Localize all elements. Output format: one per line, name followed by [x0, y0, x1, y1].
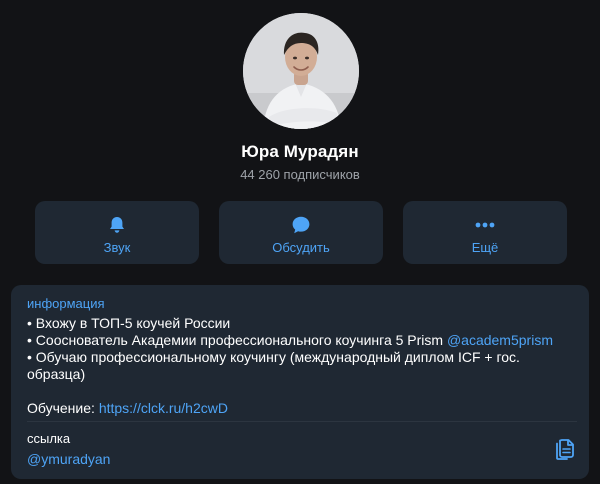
- training-label: Обучение:: [27, 400, 99, 416]
- info-bullet-training: • Обучаю профессиональному коучингу (меж…: [27, 349, 520, 382]
- sound-button[interactable]: Звук: [35, 201, 199, 264]
- info-description: • Вхожу в ТОП-5 коучей России • Сооснова…: [27, 315, 573, 417]
- more-button[interactable]: Ещё: [403, 201, 567, 264]
- avatar[interactable]: [243, 13, 359, 129]
- more-label: Ещё: [471, 240, 499, 255]
- chat-bubble-icon: [219, 215, 383, 235]
- discuss-label: Обсудить: [272, 240, 330, 255]
- training-url-link[interactable]: https://clck.ru/h2cwD: [99, 400, 228, 416]
- copy-icon[interactable]: [553, 436, 575, 460]
- academy-mention-link[interactable]: @academ5prism: [447, 332, 553, 348]
- channel-name: Юра Мурадян: [241, 142, 359, 161]
- sound-label: Звук: [103, 240, 131, 255]
- more-dots-icon: [403, 215, 567, 235]
- avatar-photo: [243, 13, 359, 129]
- bell-icon: [35, 215, 199, 235]
- info-bullet-top-coach: • Вхожу в ТОП-5 коучей России: [27, 315, 231, 331]
- link-label: ссылка: [27, 431, 71, 446]
- subscriber-count: 44 260 подписчиков: [240, 167, 360, 182]
- info-training-line: Обучение: https://clck.ru/h2cwD: [27, 400, 573, 417]
- username-link[interactable]: @ymuradyan: [27, 451, 110, 467]
- info-bullet-cofounder-text: • Сооснователь Академии профессиональног…: [27, 332, 447, 348]
- info-card: информация • Вхожу в ТОП-5 коучей России…: [11, 285, 589, 479]
- info-header: информация: [27, 296, 105, 311]
- divider: [27, 421, 577, 422]
- info-bullet-cofounder: • Сооснователь Академии профессиональног…: [27, 332, 573, 349]
- discuss-button[interactable]: Обсудить: [219, 201, 383, 264]
